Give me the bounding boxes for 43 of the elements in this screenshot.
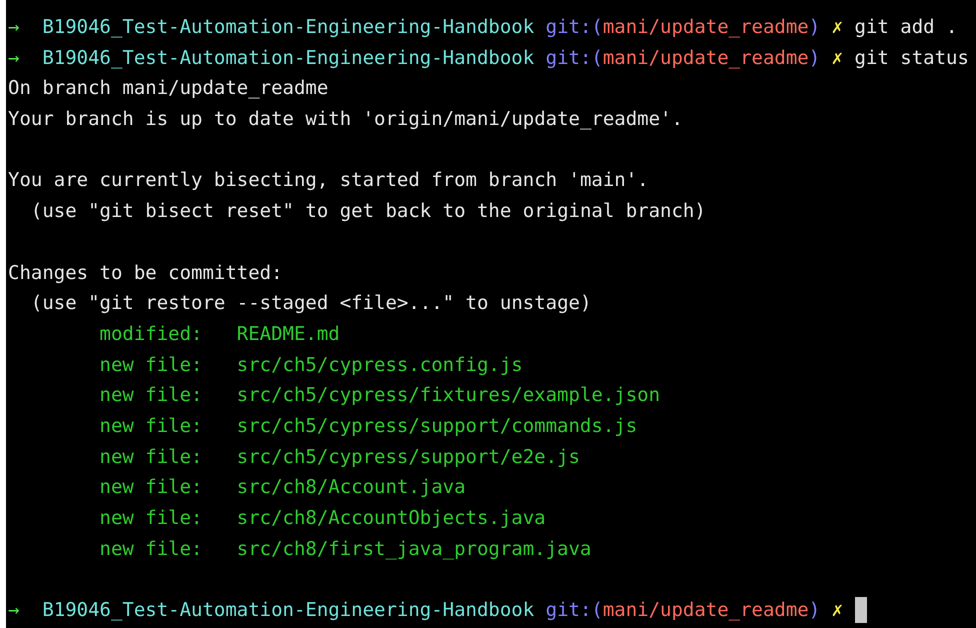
prompt-branch: mani/update_readme (602, 15, 809, 40)
prompt-arrow: → (8, 15, 20, 40)
terminal-cursor (854, 597, 867, 624)
file-path: src/ch8/AccountObjects.java (236, 506, 546, 531)
output-text: Your branch is up to date with 'origin/mani/update_readme'. (8, 107, 683, 132)
output-text: On branch mani/update_readme (8, 76, 328, 102)
file-status: new file: (100, 352, 204, 378)
prompt-branch: mani/update_readme (602, 46, 809, 71)
file-path: README.md (236, 322, 340, 347)
file-path: src/ch5/cypress.config.js (236, 352, 523, 378)
file-path: src/ch5/cypress/fixtures/example.json (236, 383, 660, 408)
file-status: new file: (100, 536, 204, 562)
file-path: src/ch8/Account.java (236, 475, 466, 500)
output-text: Changes to be committed: (8, 260, 283, 286)
file-path: src/ch8/first_java_program.java (236, 536, 592, 562)
file-path: src/ch5/cypress/support/commands.js (236, 414, 638, 439)
prompt-arrow: → (8, 598, 20, 624)
file-status: new file: (100, 383, 204, 408)
file-path: src/ch5/cypress/support/e2e.js (236, 444, 580, 470)
output-text: (use "git bisect reset" to get back to the original branch) (30, 199, 706, 224)
output-text: (use "git restore --staged <file>..." to unstage) (30, 291, 592, 316)
prompt-git-close: ) (808, 15, 820, 40)
file-status: new file: (100, 444, 204, 470)
dirty-mark: ✗ (832, 46, 844, 71)
prompt-directory: B19046_Test-Automation-Engineering-Handbook (42, 46, 534, 71)
prompt-git-label: git:( (546, 598, 603, 624)
prompt-arrow: → (8, 46, 20, 71)
prompt-git-close: ) (808, 598, 820, 624)
prompt-directory: B19046_Test-Automation-Engineering-Handbook (42, 15, 534, 40)
prompt-branch: mani/update_readme (602, 598, 809, 624)
file-status: new file: (100, 414, 204, 439)
prompt-git-label: git:( (546, 46, 603, 71)
dirty-mark: ✗ (832, 15, 844, 40)
output-text: You are currently bisecting, started from branch 'main'. (8, 168, 649, 194)
command-text: git add . (854, 15, 958, 40)
file-status: modified: (100, 322, 204, 347)
dirty-mark: ✗ (832, 598, 844, 624)
prompt-directory: B19046_Test-Automation-Engineering-Handbook (42, 598, 534, 624)
file-status: new file: (100, 475, 204, 500)
file-status: new file: (100, 506, 204, 531)
command-text: git status (854, 46, 969, 71)
prompt-git-close: ) (808, 46, 820, 71)
prompt-git-label: git:( (546, 15, 603, 40)
